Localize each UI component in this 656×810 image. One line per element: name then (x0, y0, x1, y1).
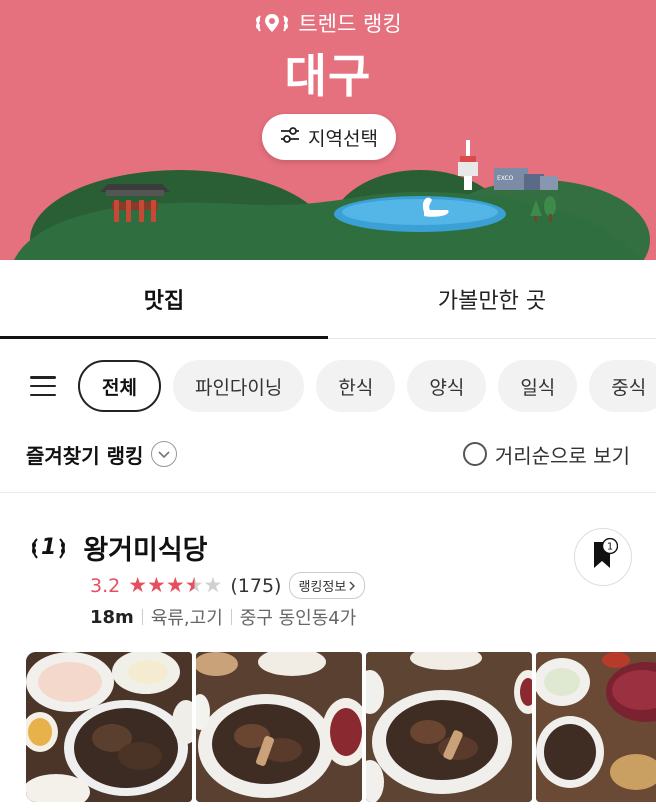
rank-badge: 1 (28, 535, 69, 560)
divider (230, 609, 232, 625)
rank-number: 1 (41, 535, 57, 560)
food-photo[interactable] (536, 652, 656, 802)
page-title: 대구 (284, 49, 372, 103)
chip-all[interactable]: 전체 (78, 360, 161, 412)
chip-chinese[interactable]: 중식 (589, 360, 656, 412)
hamburger-menu-icon[interactable] (30, 376, 56, 396)
bookmark-count: 1 (607, 542, 613, 553)
rank-name-row: 1 왕거미식당 (28, 528, 208, 567)
sort-row: 즐겨찾기 랭킹 거리순으로 보기 (0, 434, 656, 474)
rating-stars: ★ ★ ★ ★ ★ (128, 575, 222, 596)
radio-button[interactable] (462, 442, 487, 466)
review-count: (175) (230, 574, 282, 597)
chip-fine-dining[interactable]: 파인다이닝 (172, 360, 305, 412)
ranking-info-button[interactable]: 랭킹정보 (289, 572, 366, 599)
sliders-icon (280, 126, 300, 149)
laurel-right-icon (59, 537, 66, 559)
hero-banner: 트렌드 랭킹 대구 EXCO 지역선택 (0, 0, 656, 260)
star-icon: ★ (203, 573, 223, 597)
chip-korean[interactable]: 한식 (316, 360, 396, 412)
ranking-sort-label: 즐겨찾기 랭킹 (26, 443, 144, 468)
food-photo[interactable] (366, 652, 532, 802)
photo-strip[interactable] (26, 652, 656, 802)
chevron-right-icon (349, 581, 356, 590)
laurel-pin-icon (254, 11, 290, 35)
chip-japanese[interactable]: 일식 (498, 360, 578, 412)
restaurant-name[interactable]: 왕거미식당 (83, 528, 207, 567)
region-select-button[interactable]: 지역선택 (262, 114, 396, 160)
chip-western[interactable]: 양식 (407, 360, 487, 412)
svg-text:EXCO: EXCO (497, 175, 514, 182)
food-photo[interactable] (26, 652, 192, 802)
chevron-down-icon (151, 441, 178, 467)
buildings-icon: EXCO (494, 168, 558, 190)
distance: 18m (90, 606, 134, 628)
laurel-left-icon (32, 537, 38, 559)
bookmark-icon: 1 (588, 537, 619, 576)
food-category: 육류,고기 (150, 608, 223, 629)
ranking-info-label: 랭킹정보 (298, 580, 347, 595)
tab-restaurants[interactable]: 맛집 (0, 260, 328, 339)
tab-places-to-visit[interactable]: 가볼만한 곳 (328, 260, 656, 338)
star-icon: ★ (128, 573, 148, 597)
rating-score: 3.2 (90, 574, 121, 597)
ranking-sort-dropdown[interactable]: 즐겨찾기 랭킹 (26, 440, 178, 469)
distance-sort-toggle[interactable]: 거리순으로 보기 (462, 440, 630, 469)
star-icon: ★ (165, 573, 185, 597)
location: 중구 동인동4가 (239, 608, 357, 629)
star-icon: ★ (184, 573, 204, 597)
divider (141, 609, 143, 625)
category-filter-bar: 전체 파인다이닝 한식 양식 일식 중식 (0, 358, 656, 414)
main-tabs: 맛집 가볼만한 곳 (0, 260, 656, 339)
star-icon: ★ (147, 573, 166, 597)
hero-subtitle: 트렌드 랭킹 (298, 12, 402, 36)
region-select-label: 지역선택 (308, 127, 378, 150)
rating-row: 3.2 ★ ★ ★ ★ ★ (175) 랭킹정보 (90, 572, 366, 599)
food-photo[interactable] (196, 652, 362, 802)
bookmark-button[interactable]: 1 (574, 528, 632, 586)
section-divider (0, 492, 656, 493)
distance-sort-label: 거리순으로 보기 (494, 443, 630, 468)
meta-row: 18m 육류,고기 중구 동인동4가 (90, 604, 356, 630)
hero-subtitle-row: 트렌드 랭킹 (0, 8, 656, 38)
